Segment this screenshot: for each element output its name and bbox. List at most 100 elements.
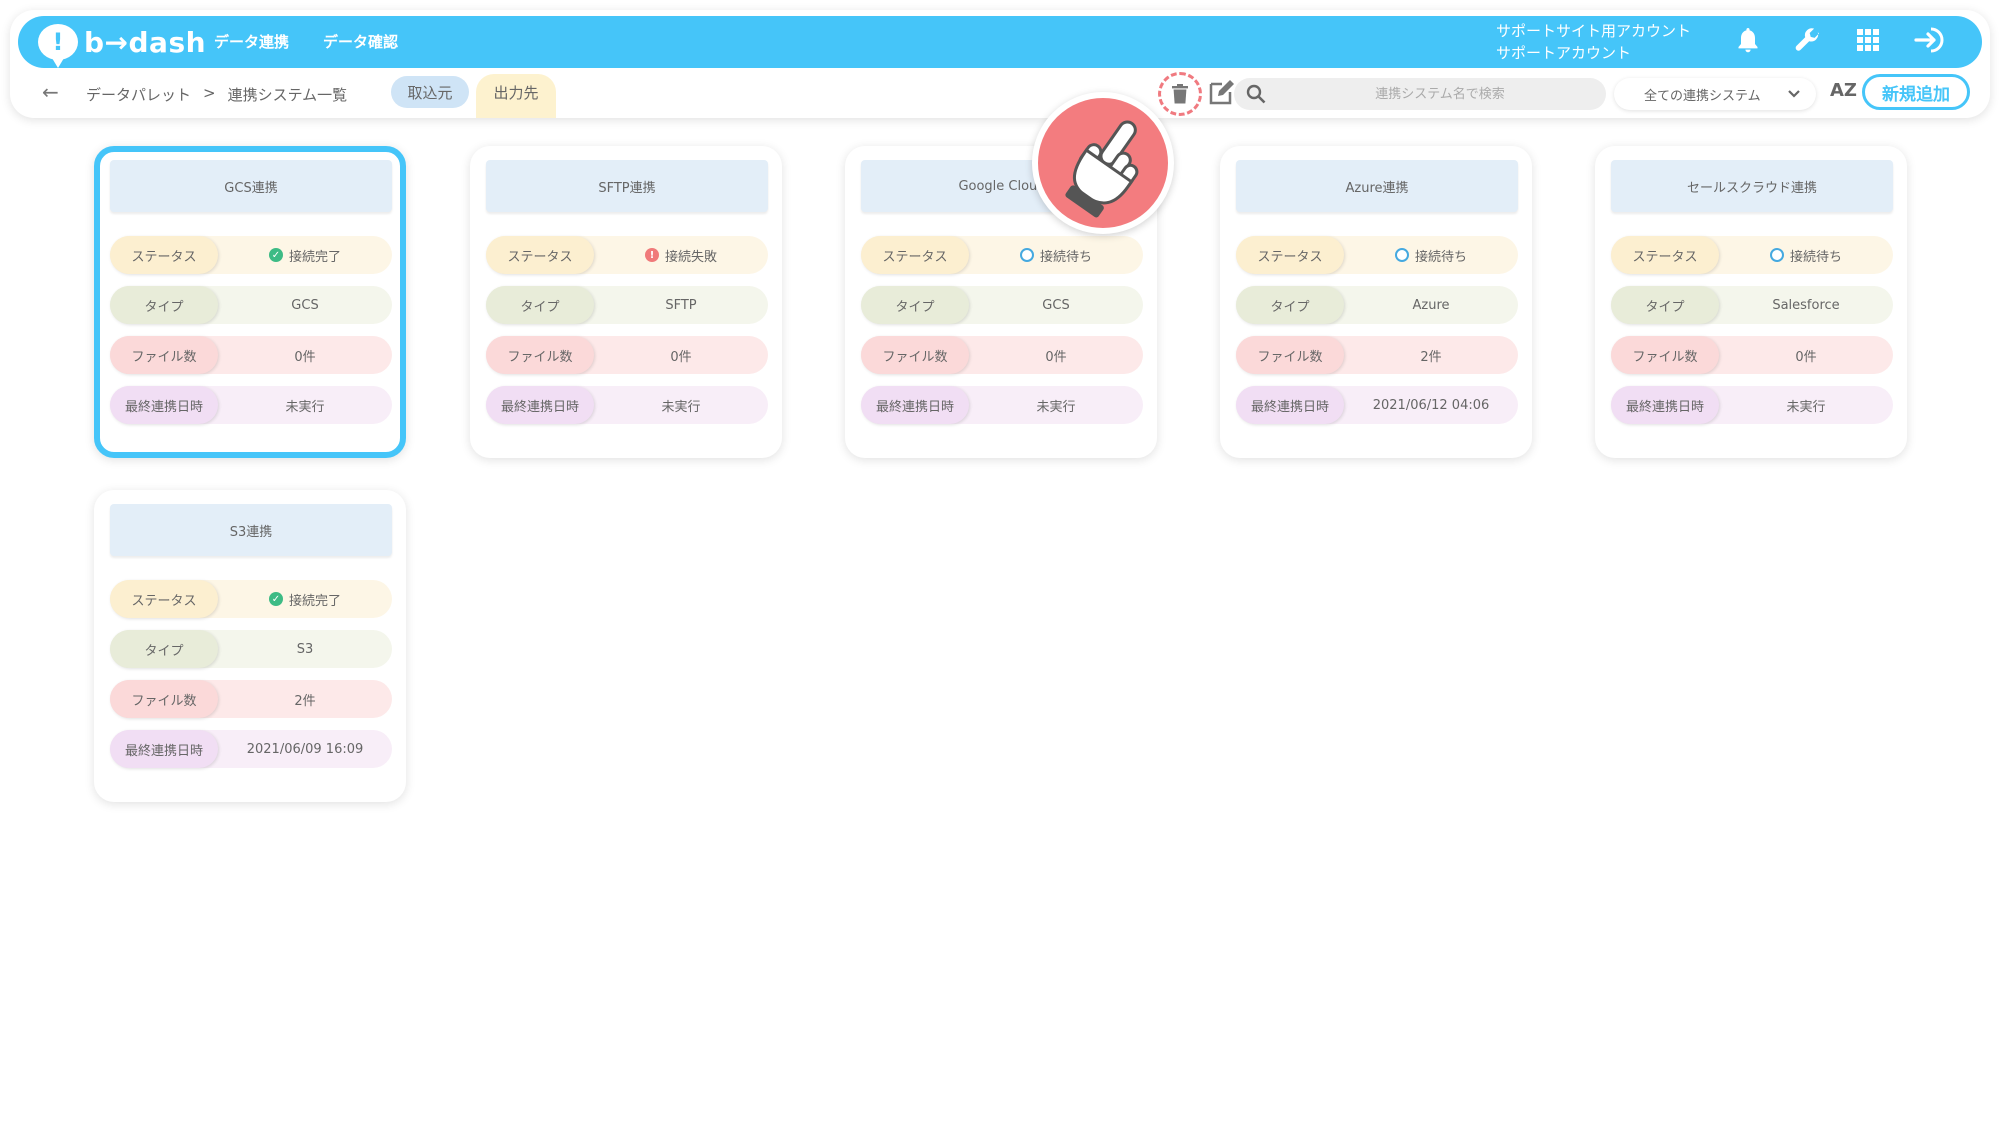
tab-export-destination[interactable]: 出力先 xyxy=(476,74,556,118)
files-label: ファイル数 xyxy=(110,336,218,374)
pending-icon xyxy=(1394,248,1409,262)
type-value: Azure xyxy=(1412,297,1450,313)
status-label: ステータス xyxy=(1236,236,1344,274)
status-label: ステータス xyxy=(110,580,218,618)
nav-data-check[interactable]: データ確認 xyxy=(323,31,398,52)
last-sync-row: 最終連携日時 未実行 xyxy=(861,386,1143,424)
card-title: GCS連携 xyxy=(110,160,392,212)
wrench-icon[interactable] xyxy=(1794,26,1822,54)
files-value: 2件 xyxy=(294,693,316,709)
last-sync-value: 未実行 xyxy=(661,399,701,415)
system-filter-select[interactable]: 全ての連携システム xyxy=(1614,78,1816,110)
files-label: ファイル数 xyxy=(1611,336,1719,374)
brand-logo[interactable]: ! b→dash xyxy=(38,22,207,68)
search-input[interactable] xyxy=(1234,78,1606,110)
sort-az-button[interactable]: AZ xyxy=(1830,80,1857,101)
bell-icon[interactable] xyxy=(1736,26,1760,54)
pending-icon xyxy=(1769,248,1784,262)
logout-icon[interactable] xyxy=(1914,26,1946,54)
top-icons xyxy=(1736,26,1946,54)
account-info[interactable]: サポートサイト用アカウント サポートアカウント xyxy=(1496,20,1691,64)
status-row: ステータス 接続待ち xyxy=(1611,236,1893,274)
files-row: ファイル数 0件 xyxy=(110,336,392,374)
logo-bubble-icon: ! xyxy=(38,24,78,68)
status-row: ステータス 接続待ち xyxy=(1236,236,1518,274)
last-sync-value: 未実行 xyxy=(1036,399,1076,415)
status-value: ✓ 接続完了 xyxy=(218,590,392,609)
main-nav: データ連携 データ確認 xyxy=(214,31,398,52)
files-value: 0件 xyxy=(1795,349,1817,365)
status-value: 接続待ち xyxy=(1719,246,1893,265)
apps-grid-icon[interactable] xyxy=(1856,28,1880,52)
breadcrumb: データパレット > 連携システム一覧 xyxy=(86,84,347,105)
type-label: タイプ xyxy=(861,286,969,324)
type-row: タイプ Azure xyxy=(1236,286,1518,324)
status-label: ステータス xyxy=(1611,236,1719,274)
last-sync-label: 最終連携日時 xyxy=(1611,386,1719,424)
sub-toolbar: ← データパレット > 連携システム一覧 取込元 出力先 全ての連携システム A… xyxy=(18,72,1982,118)
card-title: SFTP連携 xyxy=(486,160,768,212)
type-label: タイプ xyxy=(1236,286,1344,324)
top-nav-bar: ! b→dash データ連携 データ確認 サポートサイト用アカウント サポートア… xyxy=(18,16,1982,68)
breadcrumb-current: 連携システム一覧 xyxy=(227,86,348,104)
breadcrumb-root[interactable]: データパレット xyxy=(86,84,191,105)
status-label: ステータス xyxy=(486,236,594,274)
last-sync-value: 2021/06/12 04:06 xyxy=(1372,397,1490,413)
files-label: ファイル数 xyxy=(1236,336,1344,374)
status-value: 接続待ち xyxy=(1344,246,1518,265)
files-row: ファイル数 0件 xyxy=(861,336,1143,374)
files-row: ファイル数 2件 xyxy=(110,680,392,718)
last-sync-label: 最終連携日時 xyxy=(486,386,594,424)
type-label: タイプ xyxy=(486,286,594,324)
last-sync-label: 最終連携日時 xyxy=(110,730,218,768)
last-sync-row: 最終連携日時 2021/06/09 16:09 xyxy=(110,730,392,768)
files-label: ファイル数 xyxy=(110,680,218,718)
card-title: セールスクラウド連携 xyxy=(1611,160,1893,212)
type-row: タイプ Salesforce xyxy=(1611,286,1893,324)
type-value: GCS xyxy=(291,297,319,313)
edit-icon[interactable] xyxy=(1208,78,1236,110)
last-sync-row: 最終連携日時 2021/06/12 04:06 xyxy=(1236,386,1518,424)
type-value: SFTP xyxy=(665,297,697,313)
status-label: ステータス xyxy=(861,236,969,274)
last-sync-label: 最終連携日時 xyxy=(1236,386,1344,424)
account-sub: サポートアカウント xyxy=(1496,44,1632,62)
status-text: 接続待ち xyxy=(1414,249,1467,265)
type-row: タイプ S3 xyxy=(110,630,392,668)
connection-card[interactable]: Azure連携 ステータス 接続待ち タイプ Azure ファイル数 2件 最終… xyxy=(1220,146,1532,458)
status-text: 接続完了 xyxy=(288,593,341,609)
tab-import-source[interactable]: 取込元 xyxy=(391,76,469,108)
connection-card[interactable]: セールスクラウド連携 ステータス 接続待ち タイプ Salesforce ファイ… xyxy=(1595,146,1907,458)
check-circle-icon: ✓ xyxy=(268,592,283,606)
back-arrow-icon[interactable]: ← xyxy=(42,80,59,104)
status-text: 接続完了 xyxy=(288,249,341,265)
type-row: タイプ GCS xyxy=(861,286,1143,324)
type-label: タイプ xyxy=(110,630,218,668)
files-label: ファイル数 xyxy=(861,336,969,374)
files-value: 0件 xyxy=(1045,349,1067,365)
nav-data-integration[interactable]: データ連携 xyxy=(214,31,289,52)
connection-card[interactable]: S3連携 ステータス ✓ 接続完了 タイプ S3 ファイル数 2件 最終連携日時 … xyxy=(94,490,406,802)
add-new-button[interactable]: 新規追加 xyxy=(1862,74,1970,110)
search-box xyxy=(1234,78,1606,110)
connection-card[interactable]: SFTP連携 ステータス ! 接続失敗 タイプ SFTP ファイル数 0件 最終連… xyxy=(470,146,782,458)
last-sync-value: 未実行 xyxy=(1786,399,1826,415)
type-value: GCS xyxy=(1042,297,1070,313)
status-row: ステータス ✓ 接続完了 xyxy=(110,580,392,618)
pending-icon xyxy=(1019,248,1034,262)
card-title: Azure連携 xyxy=(1236,160,1518,212)
type-label: タイプ xyxy=(110,286,218,324)
files-value: 2件 xyxy=(1420,349,1442,365)
card-title: S3連携 xyxy=(110,504,392,556)
connection-card[interactable]: GCS連携 ステータス ✓ 接続完了 タイプ GCS ファイル数 0件 最終連携日… xyxy=(94,146,406,458)
status-label: ステータス xyxy=(110,236,218,274)
status-value: ! 接続失敗 xyxy=(594,246,768,265)
status-row: ステータス ✓ 接続完了 xyxy=(110,236,392,274)
files-row: ファイル数 0件 xyxy=(486,336,768,374)
breadcrumb-separator: > xyxy=(203,84,216,102)
type-value: Salesforce xyxy=(1772,297,1840,313)
type-label: タイプ xyxy=(1611,286,1719,324)
last-sync-row: 最終連携日時 未実行 xyxy=(1611,386,1893,424)
brand-name: b→dash xyxy=(84,25,207,59)
last-sync-label: 最終連携日時 xyxy=(110,386,218,424)
